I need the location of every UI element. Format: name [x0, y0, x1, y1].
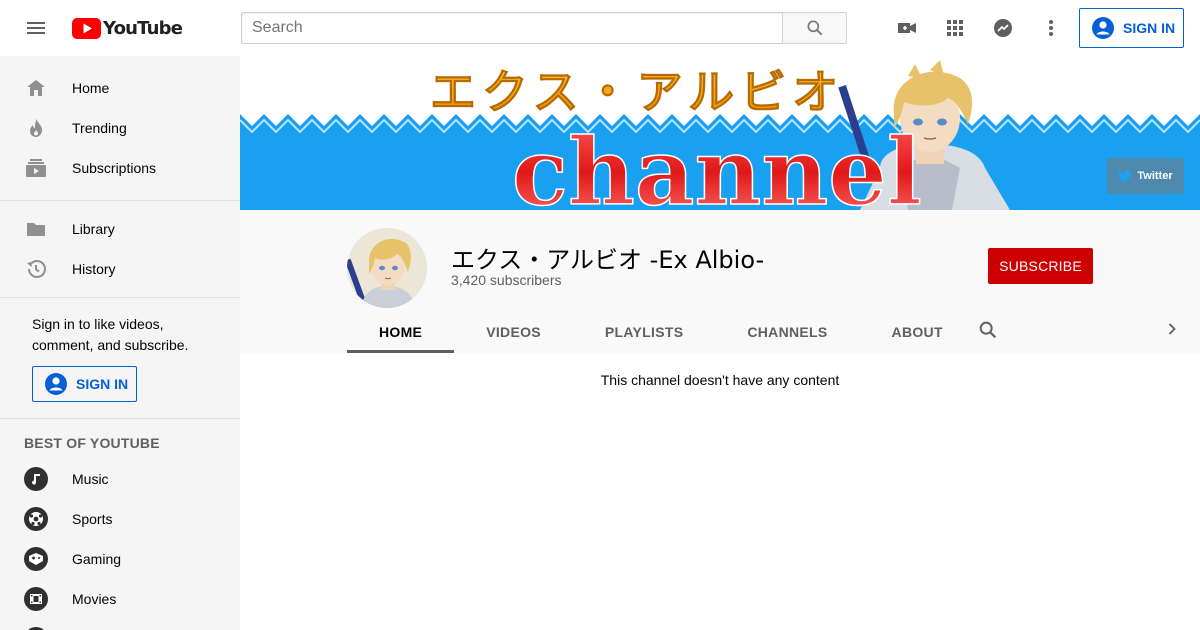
- home-icon: [24, 76, 48, 100]
- channel-banner: エクス・アルビオ channel Twitter: [240, 56, 1200, 210]
- account-icon: [1092, 17, 1114, 39]
- channel-avatar[interactable]: [347, 228, 427, 308]
- sports-icon: [24, 507, 48, 531]
- music-icon: [24, 467, 48, 491]
- sidebar-item-label: Trending: [72, 120, 127, 136]
- tab-channels[interactable]: CHANNELS: [715, 310, 859, 353]
- history-icon: [24, 257, 48, 281]
- tab-home[interactable]: HOME: [347, 310, 455, 353]
- channel-header: エクス・アルビオ -Ex Albio- 3,420 subscribers SU…: [240, 210, 1200, 353]
- chevron-right-icon[interactable]: [1160, 313, 1184, 345]
- movies-icon: [24, 587, 48, 611]
- sidebar-item-music[interactable]: Music: [0, 459, 240, 499]
- search-input[interactable]: [241, 12, 783, 44]
- tab-playlists[interactable]: PLAYLISTS: [573, 310, 715, 353]
- account-icon: [45, 373, 67, 395]
- tab-about[interactable]: ABOUT: [860, 310, 975, 353]
- sidebar-main-section: Home Trending Subscriptions: [0, 56, 240, 200]
- trending-icon: [24, 116, 48, 140]
- twitter-label: Twitter: [1137, 170, 1173, 182]
- sidebar-library-section: Library History: [0, 201, 240, 297]
- sidebar-sign-in-button[interactable]: SIGN IN: [32, 366, 137, 402]
- sidebar-item-label: Home: [72, 80, 110, 96]
- youtube-play-icon: [72, 17, 101, 39]
- sidebar-item-sports[interactable]: Sports: [0, 499, 240, 539]
- twitter-icon: [1118, 170, 1133, 182]
- masthead: YouTube SIGN IN: [0, 0, 1200, 56]
- subscribe-button[interactable]: SUBSCRIBE: [988, 248, 1093, 284]
- empty-content-message: This channel doesn't have any content: [600, 372, 840, 388]
- subscriptions-icon: [24, 156, 48, 180]
- twitter-link[interactable]: Twitter: [1107, 158, 1184, 194]
- library-icon: [24, 217, 48, 241]
- sidebar-item-label: Music: [72, 471, 109, 487]
- sidebar-item-label: History: [72, 261, 116, 277]
- gaming-icon: [24, 547, 48, 571]
- subscriber-count: 3,420 subscribers: [451, 272, 562, 288]
- banner-art: エクス・アルビオ channel: [240, 56, 1200, 210]
- sidebar-item-label: Subscriptions: [72, 160, 157, 176]
- sidebar-item-movies[interactable]: Movies: [0, 579, 240, 619]
- channel-tabs: HOME VIDEOS PLAYLISTS CHANNELS ABOUT: [347, 310, 975, 353]
- sidebar-item-partial: [0, 619, 240, 630]
- menu-icon[interactable]: [16, 8, 56, 48]
- create-video-icon[interactable]: [887, 8, 927, 48]
- sidebar-item-label: Sports: [72, 511, 113, 527]
- logo-text: YouTube: [103, 17, 183, 39]
- sidebar-signin-section: Sign in to like videos, comment, and sub…: [0, 298, 240, 418]
- sidebar-item-home[interactable]: Home: [0, 68, 240, 108]
- sidebar-item-subscriptions[interactable]: Subscriptions: [0, 148, 240, 188]
- sidebar-item-label: Gaming: [72, 551, 122, 567]
- sign-in-label: SIGN IN: [76, 375, 129, 392]
- svg-text:channel: channel: [512, 118, 922, 210]
- sidebar-item-label: Movies: [72, 591, 117, 607]
- sign-in-label: SIGN IN: [1123, 20, 1176, 36]
- apps-grid-icon[interactable]: [935, 8, 975, 48]
- channel-name: エクス・アルビオ -Ex Albio-: [451, 246, 765, 274]
- svg-text:エクス・アルビオ: エクス・アルビオ: [430, 65, 844, 119]
- sidebar-item-gaming[interactable]: Gaming: [0, 539, 240, 579]
- signin-prompt-text: Sign in to like videos, comment, and sub…: [32, 316, 189, 353]
- sidebar-item-library[interactable]: Library: [0, 209, 240, 249]
- more-vert-icon[interactable]: [1031, 8, 1071, 48]
- search-icon: [807, 20, 822, 36]
- sidebar-item-trending[interactable]: Trending: [0, 108, 240, 148]
- sign-in-button[interactable]: SIGN IN: [1079, 8, 1184, 48]
- best-of-youtube-heading: BEST OF YOUTUBE: [24, 435, 160, 451]
- tab-videos[interactable]: VIDEOS: [454, 310, 573, 353]
- sidebar-item-history[interactable]: History: [0, 249, 240, 289]
- sidebar: Home Trending Subscriptions Library Hist…: [0, 56, 240, 630]
- channel-search-icon[interactable]: [974, 314, 1002, 346]
- sidebar-item-label: Library: [72, 221, 115, 237]
- messages-icon[interactable]: [983, 8, 1023, 48]
- search-button[interactable]: [782, 12, 847, 44]
- youtube-logo[interactable]: YouTube: [72, 17, 183, 39]
